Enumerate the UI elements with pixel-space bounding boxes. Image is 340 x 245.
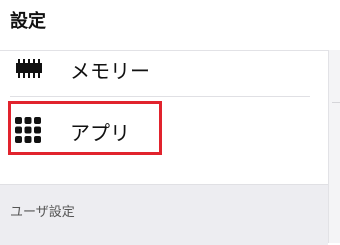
memory-chip-icon [14, 54, 44, 84]
section-label: ユーザ設定 [10, 205, 75, 220]
scrollbar-divider [332, 102, 340, 103]
divider [10, 96, 310, 97]
scrollbar[interactable] [328, 50, 340, 243]
highlight-box [8, 101, 162, 155]
settings-list: メモリー アプリ ユーザ設定 [0, 49, 328, 245]
menu-item-memory-label: メモリー [70, 59, 150, 83]
section-header-user-settings: ユーザ設定 [0, 184, 328, 245]
menu-item-memory[interactable]: メモリー [0, 49, 328, 89]
page-title: 設定 [10, 11, 46, 32]
top-bar: 設定 [0, 0, 340, 50]
